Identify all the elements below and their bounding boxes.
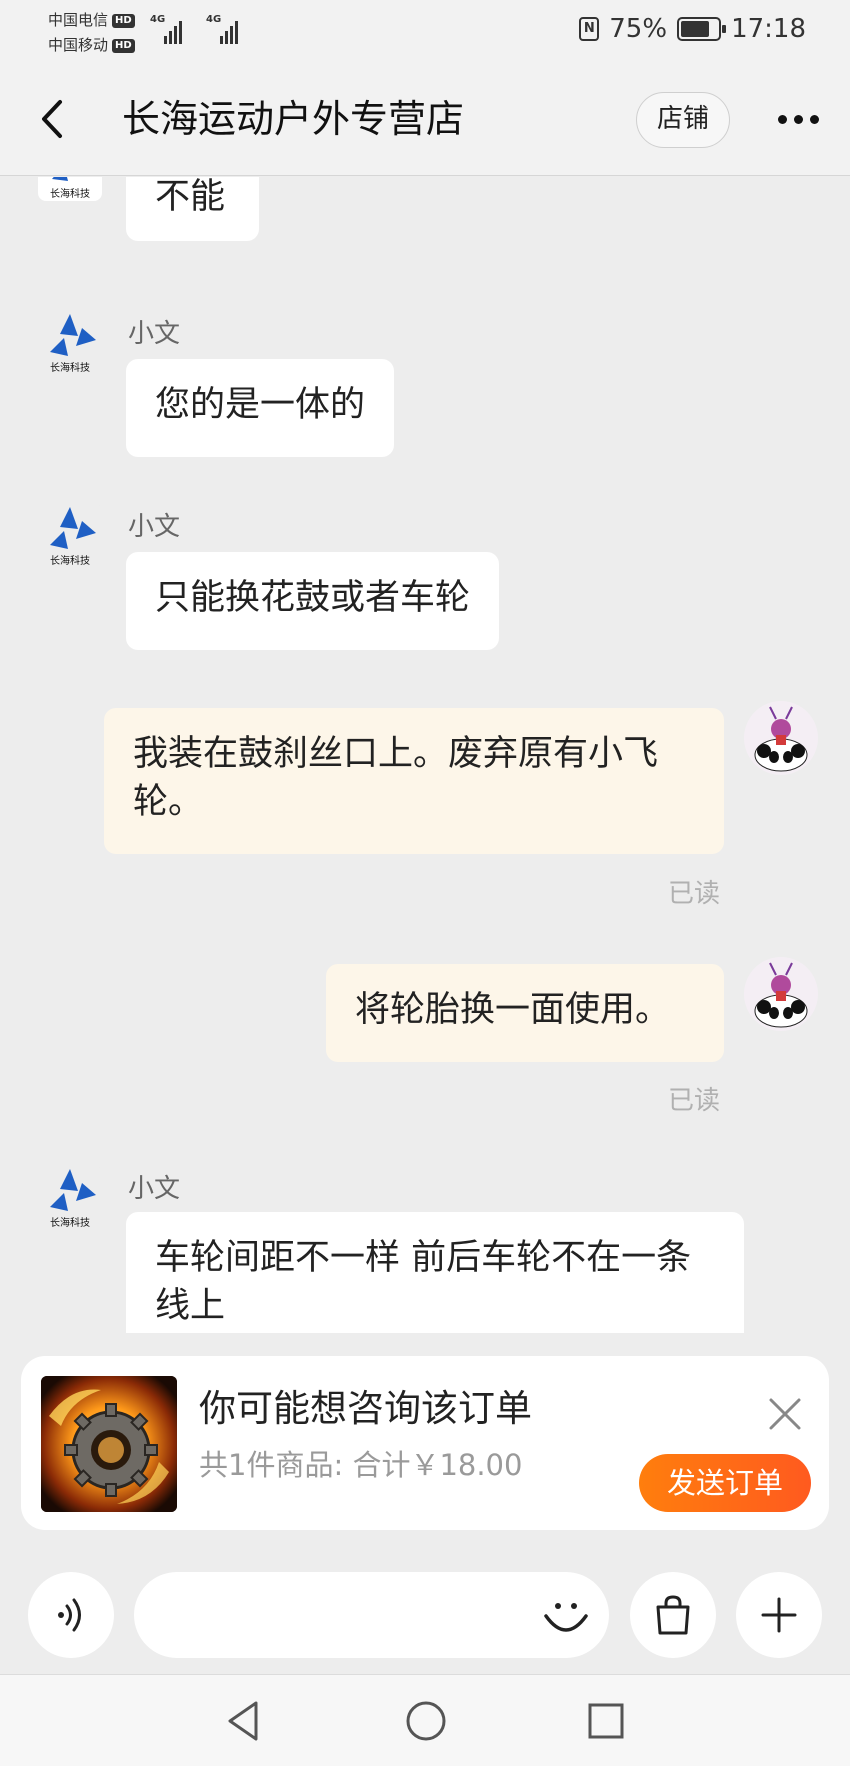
shop-button[interactable]: 店铺	[636, 92, 730, 148]
chat-screen: 中国电信 HD 中国移动 HD 4G 4G N 75% 17:18 长海运动户外…	[0, 0, 850, 1766]
seller-avatar[interactable]: 长海科技	[38, 503, 102, 567]
input-bar	[0, 1550, 850, 1674]
svg-text:长海科技: 长海科技	[50, 361, 90, 374]
message-text: 将轮胎换一面使用。	[355, 990, 671, 1030]
message-bubble-outgoing[interactable]: 将轮胎换一面使用。	[326, 964, 724, 1062]
message-text: 我装在鼓刹丝口上。废弃原有小飞轮。	[133, 734, 659, 822]
panda-avatar-icon	[744, 701, 818, 775]
message-bubble-incoming[interactable]: 不能	[126, 177, 259, 241]
message-bubble-incoming[interactable]: 车轮间距不一样 前后车轮不在一条线上	[126, 1212, 744, 1333]
back-button[interactable]	[36, 94, 76, 144]
user-avatar[interactable]	[744, 701, 818, 775]
message-bubble-outgoing[interactable]: 我装在鼓刹丝口上。废弃原有小飞轮。	[104, 708, 724, 854]
battery-icon	[677, 17, 727, 41]
emoji-button[interactable]	[538, 1588, 594, 1644]
brand-logo-icon: 长海科技	[38, 503, 102, 567]
carrier-info: 中国电信 HD 中国移动 HD	[48, 8, 135, 58]
message-text: 您的是一体的	[155, 385, 366, 425]
voice-button[interactable]	[28, 1572, 114, 1658]
page-title: 长海运动户外专营店	[122, 97, 465, 141]
battery-percent: 75%	[609, 14, 668, 44]
brand-logo-icon: 长海科技	[38, 1165, 102, 1229]
voice-icon	[58, 1598, 81, 1632]
sender-name: 小文	[128, 319, 181, 349]
home-circle-icon	[406, 1701, 446, 1741]
nav-recents-button[interactable]	[580, 1695, 632, 1747]
close-order-card-button[interactable]	[761, 1390, 809, 1438]
signal-indicators: 4G 4G	[150, 14, 246, 44]
shopping-bag-icon	[656, 1595, 690, 1635]
nfc-icon: N	[579, 17, 600, 41]
carrier-1-name: 中国电信	[48, 11, 109, 29]
recents-square-icon	[588, 1703, 624, 1739]
plus-button[interactable]	[736, 1572, 822, 1658]
network-type: 4G	[150, 14, 166, 25]
carrier-2-name: 中国移动	[48, 36, 109, 54]
order-card-summary: 共1件商品: 合计￥18.00	[199, 1448, 523, 1482]
clock: 17:18	[731, 14, 806, 44]
svg-text:长海科技: 长海科技	[50, 187, 90, 200]
message-text: 车轮间距不一样 前后车轮不在一条线上	[155, 1238, 692, 1326]
gear-flame-product-image	[41, 1376, 177, 1512]
message-bubble-incoming[interactable]: 只能换花鼓或者车轮	[126, 552, 500, 650]
hd-badge: HD	[112, 13, 135, 28]
user-avatar[interactable]	[744, 957, 818, 1031]
svg-text:长海科技: 长海科技	[50, 554, 90, 567]
sender-name: 小文	[128, 512, 181, 542]
chevron-left-icon	[42, 100, 62, 138]
close-icon	[769, 1398, 801, 1430]
hd-badge: HD	[112, 38, 135, 53]
svg-text:长海科技: 长海科技	[50, 1216, 90, 1229]
sender-name: 小文	[128, 1174, 181, 1204]
nav-back-button[interactable]	[218, 1695, 270, 1747]
panda-avatar-icon	[744, 957, 818, 1031]
message-text: 不能	[155, 177, 226, 217]
message-bubble-incoming[interactable]: 您的是一体的	[126, 359, 395, 457]
seller-avatar[interactable]: 长海科技	[38, 310, 102, 374]
signal-strength-icon: 4G	[206, 14, 246, 44]
read-status: 已读	[668, 879, 721, 909]
status-right: N 75% 17:18	[579, 14, 806, 44]
system-nav-bar	[0, 1674, 850, 1766]
nav-home-button[interactable]	[400, 1695, 452, 1747]
message-list[interactable]: 长海科技 不能 长海科技 小文 您的是一体的 长海科技 小文 只能换花鼓或者车轮…	[0, 177, 850, 1333]
more-button[interactable]	[768, 94, 828, 144]
shopping-bag-button[interactable]	[630, 1572, 716, 1658]
order-card-title: 你可能想咨询该订单	[199, 1387, 532, 1430]
send-order-button[interactable]: 发送订单	[639, 1454, 811, 1512]
read-status: 已读	[668, 1086, 721, 1116]
brand-logo-icon: 长海科技	[38, 177, 102, 201]
plus-icon	[761, 1597, 797, 1633]
brand-logo-icon: 长海科技	[38, 310, 102, 374]
signal-strength-icon: 4G	[150, 14, 190, 44]
chat-header: 长海运动户外专营店 店铺	[0, 64, 850, 176]
seller-avatar[interactable]: 长海科技	[38, 177, 102, 201]
emoji-icon	[544, 1603, 588, 1632]
status-bar: 中国电信 HD 中国移动 HD 4G 4G N 75% 17:18	[0, 0, 850, 64]
order-suggestion-card[interactable]: 你可能想咨询该订单 共1件商品: 合计￥18.00 发送订单	[21, 1356, 829, 1530]
network-type: 4G	[206, 14, 222, 25]
order-thumbnail[interactable]	[41, 1376, 177, 1512]
more-dots-icon	[777, 114, 787, 124]
message-text: 只能换花鼓或者车轮	[155, 578, 471, 618]
back-triangle-icon	[228, 1701, 258, 1741]
seller-avatar[interactable]: 长海科技	[38, 1165, 102, 1229]
